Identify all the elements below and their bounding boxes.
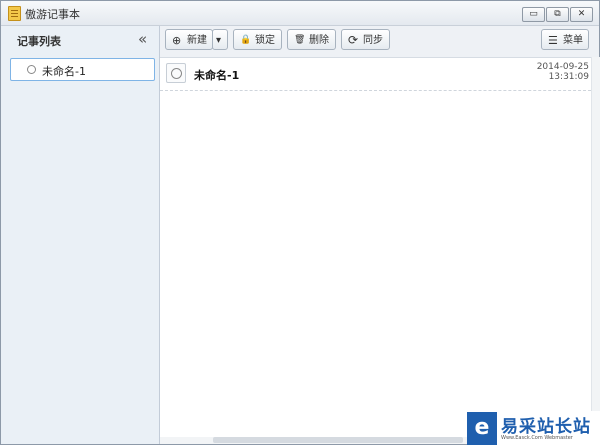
- delete-label: 删除: [309, 35, 329, 46]
- horizontal-scroll-thumb[interactable]: [213, 437, 463, 443]
- lock-label: 锁定: [255, 35, 275, 46]
- menu-button[interactable]: ☰ 菜单: [541, 29, 589, 50]
- sync-icon: ⟳: [348, 33, 359, 47]
- menu-label: 菜单: [563, 35, 583, 46]
- trash-icon: 🗑: [294, 35, 306, 45]
- minimize-button[interactable]: ▭: [522, 7, 545, 22]
- note-time: 13:31:09: [548, 72, 589, 82]
- menu-icon: ☰: [548, 34, 558, 47]
- collapse-sidebar-icon[interactable]: «: [138, 30, 147, 48]
- note-row[interactable]: 未命名-1 2014-09-25 13:31:09: [160, 58, 591, 91]
- plus-circle-icon: ⊕: [172, 34, 182, 47]
- lock-icon: 🔒: [240, 35, 252, 45]
- app-window: 傲游记事本 ▭ ⧉ ✕ 记事列表 « 未命名-1 ⊕ 新建 ▾ 🔒 锁定 🗑 删…: [0, 0, 600, 446]
- circle-icon: [171, 68, 182, 79]
- title-bar: 傲游记事本 ▭ ⧉ ✕: [1, 1, 599, 26]
- close-button[interactable]: ✕: [570, 7, 593, 22]
- new-label: 新建: [187, 35, 207, 46]
- restore-icon: ⧉: [554, 9, 561, 19]
- watermark: e 易采站长站 Www.Easck.Com Webmaster: [467, 411, 600, 446]
- chevron-down-icon: ▾: [216, 35, 222, 46]
- restore-button[interactable]: ⧉: [546, 7, 569, 22]
- new-note-button[interactable]: ⊕ 新建: [165, 29, 213, 50]
- sidebar-header: 记事列表 «: [1, 26, 159, 54]
- sidebar-item-label: 未命名-1: [42, 65, 86, 78]
- watermark-text: 易采站长站: [501, 417, 591, 437]
- sidebar-item-note[interactable]: 未命名-1: [10, 58, 155, 81]
- notepad-icon: [8, 6, 21, 21]
- delete-button[interactable]: 🗑 删除: [287, 29, 336, 50]
- window-title: 傲游记事本: [25, 8, 80, 21]
- minimize-icon: ▭: [529, 9, 538, 19]
- sync-button[interactable]: ⟳ 同步: [341, 29, 390, 50]
- note-list-panel: 未命名-1 2014-09-25 13:31:09: [160, 57, 591, 440]
- close-icon: ✕: [577, 9, 586, 19]
- note-select-checkbox[interactable]: [166, 63, 186, 83]
- note-title: 未命名-1: [194, 69, 240, 82]
- new-dropdown-button[interactable]: ▾: [212, 29, 228, 50]
- vertical-scrollbar[interactable]: [591, 57, 600, 439]
- watermark-logo-icon: e: [467, 412, 497, 445]
- sidebar-title: 记事列表: [17, 35, 61, 48]
- sync-label: 同步: [363, 35, 383, 46]
- notes-sidebar: 记事列表 « 未命名-1: [1, 26, 160, 444]
- watermark-subtext: Www.Easck.Com Webmaster: [501, 435, 573, 441]
- lock-button[interactable]: 🔒 锁定: [233, 29, 282, 50]
- toolbar: ⊕ 新建 ▾ 🔒 锁定 🗑 删除 ⟳ 同步 ☰ 菜单: [160, 26, 599, 56]
- circle-icon: [27, 65, 36, 74]
- note-date: 2014-09-25: [536, 62, 589, 72]
